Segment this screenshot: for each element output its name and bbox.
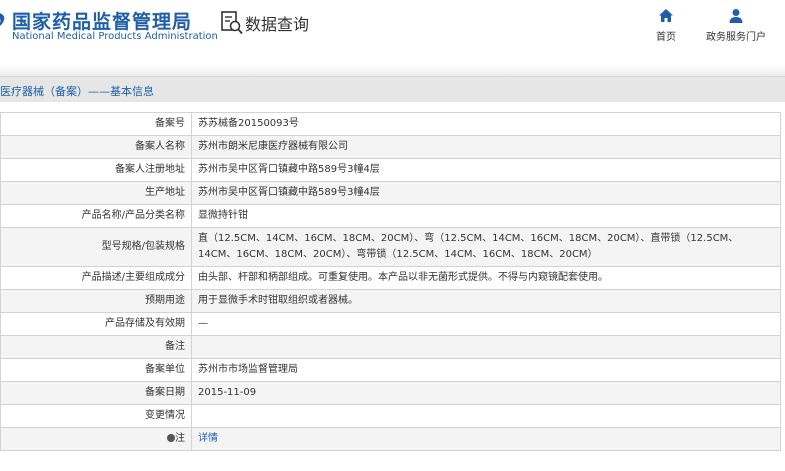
table-row: 备案单位 苏州市市场监督管理局 xyxy=(0,358,781,382)
row-label: 备案单位 xyxy=(0,358,192,382)
row-value: 苏州市市场监督管理局 xyxy=(191,358,781,382)
row-value: 显微持针钳 xyxy=(191,204,781,228)
row-value: 苏州市吴中区胥口镇藏中路589号3幢4层 xyxy=(191,181,781,205)
table-row: 备注 xyxy=(0,335,781,359)
table-row: 变更情况 xyxy=(0,404,781,428)
section-header: 医疗器械（备案）——基本信息 xyxy=(0,76,785,102)
row-label: 生产地址 xyxy=(0,181,192,205)
row-value: 苏州市朗米尼康医疗器械有限公司 xyxy=(191,135,781,159)
table-row: 预期用途 用于显微手术时钳取组织或者器械。 xyxy=(0,289,781,313)
row-value: 直（12.5CM、14CM、16CM、18CM、20CM）、弯（12.5CM、1… xyxy=(191,227,781,267)
row-value: 苏州市吴中区胥口镇藏中路589号3幢4层 xyxy=(191,158,781,182)
row-value: 由头部、杆部和柄部组成。可重复使用。本产品以非无菌形式提供。不得与内窥镜配套使用… xyxy=(191,266,781,290)
row-label: 型号规格/包装规格 xyxy=(0,227,192,267)
note-label: 注 xyxy=(175,433,185,444)
user-icon xyxy=(729,9,743,23)
row-label: 产品描述/主要组成成分 xyxy=(0,266,192,290)
nav-portal-link[interactable]: 政务服务门户 xyxy=(703,8,769,43)
table-row: 备案人名称 苏州市朗米尼康医疗器械有限公司 xyxy=(0,135,781,159)
nav-home-link[interactable]: 首页 xyxy=(651,8,681,43)
data-query-title: 数据查询 xyxy=(245,15,310,34)
row-label: 备案号 xyxy=(0,112,192,136)
info-icon xyxy=(167,434,175,442)
section-title: 医疗器械（备案）——基本信息 xyxy=(0,85,154,98)
table-row: 型号规格/包装规格 直（12.5CM、14CM、16CM、18CM、20CM）、… xyxy=(0,227,781,267)
logo-title-cn[interactable]: 国家药品监督管理局 xyxy=(12,7,192,34)
row-value xyxy=(191,335,781,359)
header-divider xyxy=(0,64,785,76)
table-row: 产品名称/产品分类名称 显微持针钳 xyxy=(0,204,781,228)
row-value: — xyxy=(191,312,781,336)
row-label: 备注 xyxy=(0,335,192,359)
data-query-icon xyxy=(221,11,243,35)
info-table: 备案号 苏苏械备20150093号 备案人名称 苏州市朗米尼康医疗器械有限公司 … xyxy=(0,112,781,451)
details-link[interactable]: 详情 xyxy=(198,433,218,444)
home-icon xyxy=(659,9,673,22)
row-label: 预期用途 xyxy=(0,289,192,313)
table-row: 产品描述/主要组成成分 由头部、杆部和柄部组成。可重复使用。本产品以非无菌形式提… xyxy=(0,266,781,290)
row-value: 苏苏械备20150093号 xyxy=(191,112,781,136)
row-label: 变更情况 xyxy=(0,404,192,428)
nav-home-label: 首页 xyxy=(656,32,676,43)
table-row: 生产地址 苏州市吴中区胥口镇藏中路589号3幢4层 xyxy=(0,181,781,205)
table-row: 产品存储及有效期 — xyxy=(0,312,781,336)
nav-portal-label: 政务服务门户 xyxy=(706,32,766,43)
row-label: 备案人名称 xyxy=(0,135,192,159)
row-value: 用于显微手术时钳取组织或者器械。 xyxy=(191,289,781,313)
row-label: 产品存储及有效期 xyxy=(0,312,192,336)
row-value: 详情 xyxy=(191,427,781,451)
row-value: 2015-11-09 xyxy=(191,381,781,405)
row-label: 备案日期 xyxy=(0,381,192,405)
row-label: 注 xyxy=(0,427,192,451)
table-row: 备案人注册地址 苏州市吴中区胥口镇藏中路589号3幢4层 xyxy=(0,158,781,182)
table-row: 备案号 苏苏械备20150093号 xyxy=(0,112,781,136)
row-value xyxy=(191,404,781,428)
site-header: 国家药品监督管理局 National Medical Products Admi… xyxy=(0,0,785,64)
row-label: 备案人注册地址 xyxy=(0,158,192,182)
logo-emblem-icon xyxy=(0,13,5,26)
table-row: 备案日期 2015-11-09 xyxy=(0,381,781,405)
logo-title-en[interactable]: National Medical Products Administration xyxy=(12,31,218,42)
table-row: 注 详情 xyxy=(0,427,781,451)
row-label: 产品名称/产品分类名称 xyxy=(0,204,192,228)
